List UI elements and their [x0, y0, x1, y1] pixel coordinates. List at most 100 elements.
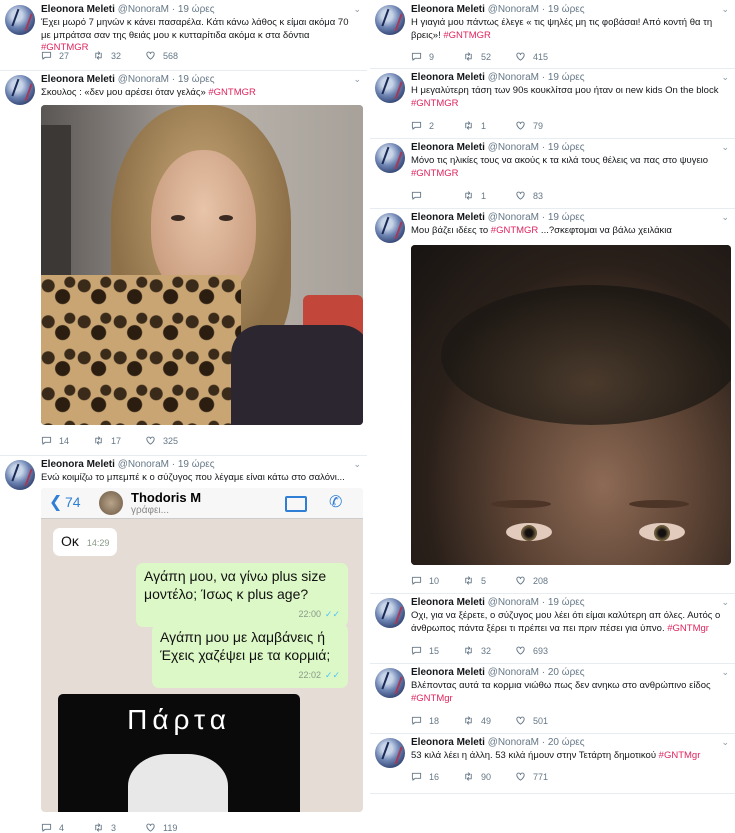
retweet-button[interactable]: 49 [463, 715, 515, 726]
reply-button[interactable]: 15 [411, 645, 463, 656]
retweet-button[interactable]: 90 [463, 771, 515, 782]
chevron-down-icon[interactable]: ⌄ [721, 142, 729, 153]
tweet-actions: 14 17 325 [41, 435, 197, 446]
author-name[interactable]: Eleonora Meleti [41, 4, 115, 15]
retweet-button[interactable]: 52 [463, 51, 515, 62]
like-icon [145, 435, 156, 446]
reply-button[interactable]: 27 [41, 50, 93, 61]
whatsapp-screenshot[interactable]: ❮ 74 Thodoris M γράφει... ✆ Οκ 14:29 Αγάπ… [41, 488, 363, 812]
avatar[interactable] [5, 460, 35, 490]
hashtag-link[interactable]: #GNTMGR [491, 225, 539, 236]
tweet-actions: 9 52 415 [411, 51, 567, 62]
avatar[interactable] [375, 738, 405, 768]
author-name[interactable]: Eleonora Meleti [411, 597, 485, 608]
author-name[interactable]: Eleonora Meleti [41, 74, 115, 85]
avatar[interactable] [375, 213, 405, 243]
author-name[interactable]: Eleonora Meleti [411, 737, 485, 748]
message-image: Πάρτα [58, 694, 300, 812]
like-button[interactable]: 83 [515, 190, 567, 201]
author-name[interactable]: Eleonora Meleti [41, 459, 115, 470]
like-icon [515, 715, 526, 726]
author-name[interactable]: Eleonora Meleti [411, 72, 485, 83]
message-outgoing: Αγάπη μου με λαμβάνεις ή Έχεις χαζέψει μ… [152, 624, 348, 688]
tweet[interactable]: Eleonora Meleti @NonoraM · 19 ώρες ⌄ Μου… [370, 208, 735, 594]
avatar[interactable] [375, 668, 405, 698]
tweet-actions: 2 1 79 [411, 120, 567, 131]
message-time: 22:00 [298, 609, 322, 619]
retweet-count: 49 [481, 715, 492, 726]
reply-count: 27 [59, 50, 70, 61]
chevron-down-icon[interactable]: ⌄ [353, 459, 361, 470]
tweet-photo[interactable] [411, 245, 731, 565]
tweet[interactable]: Eleonora Meleti @NonoraM · 19 ώρες ⌄ Έχε… [0, 0, 367, 71]
tweet[interactable]: Eleonora Meleti @NonoraM · 19 ώρες ⌄ Η γ… [370, 0, 735, 69]
reply-count: 2 [429, 120, 435, 131]
retweet-icon [463, 645, 474, 656]
retweet-button[interactable]: 5 [463, 575, 515, 586]
like-button[interactable]: 771 [515, 771, 567, 782]
like-button[interactable]: 415 [515, 51, 567, 62]
author-name[interactable]: Eleonora Meleti [411, 667, 485, 678]
retweet-button[interactable]: 1 [463, 120, 515, 131]
like-button[interactable]: 693 [515, 645, 567, 656]
hashtag-link[interactable]: #GNTMGR [443, 30, 491, 41]
tweet[interactable]: Eleonora Meleti @NonoraM · 20 ώρες ⌄ 53 … [370, 733, 735, 794]
like-button[interactable]: 568 [145, 50, 197, 61]
chevron-down-icon[interactable]: ⌄ [721, 4, 729, 15]
tweet[interactable]: Eleonora Meleti @NonoraM · 20 ώρες ⌄ Βλέ… [370, 663, 735, 734]
hand-graphic [128, 754, 228, 812]
chevron-down-icon[interactable]: ⌄ [721, 597, 729, 608]
retweet-button[interactable]: 32 [93, 50, 145, 61]
reply-button[interactable]: 14 [41, 435, 93, 446]
avatar[interactable] [375, 73, 405, 103]
chevron-down-icon[interactable]: ⌄ [721, 72, 729, 83]
tweet-header: Eleonora Meleti @NonoraM · 19 ώρες [411, 142, 585, 153]
reply-button[interactable]: 10 [411, 575, 463, 586]
reply-button[interactable]: 4 [41, 822, 93, 833]
tweet-photo[interactable] [41, 105, 363, 425]
avatar[interactable] [375, 143, 405, 173]
reply-button[interactable]: 2 [411, 120, 463, 131]
reply-button[interactable] [411, 190, 463, 201]
avatar[interactable] [5, 75, 35, 105]
like-button[interactable]: 325 [145, 435, 197, 446]
retweet-count: 17 [111, 435, 122, 446]
like-button[interactable]: 79 [515, 120, 567, 131]
retweet-button[interactable]: 17 [93, 435, 145, 446]
retweet-button[interactable]: 32 [463, 645, 515, 656]
hashtag-link[interactable]: #GNTMGR [411, 168, 459, 179]
like-button[interactable]: 501 [515, 715, 567, 726]
chat-header: ❮ 74 Thodoris M γράφει... ✆ [41, 488, 363, 519]
tweet[interactable]: Eleonora Meleti @NonoraM · 19 ώρες ⌄ Μόν… [370, 138, 735, 209]
hashtag-link[interactable]: #GNTMgr [667, 623, 709, 634]
tweet-body: Βλέποντας αυτά τα κορμια νιώθω πως δεν α… [411, 680, 711, 691]
chevron-down-icon[interactable]: ⌄ [353, 74, 361, 85]
reply-button[interactable]: 16 [411, 771, 463, 782]
like-icon [145, 50, 156, 61]
like-button[interactable]: 208 [515, 575, 567, 586]
reply-button[interactable]: 18 [411, 715, 463, 726]
author-name[interactable]: Eleonora Meleti [411, 142, 485, 153]
reply-button[interactable]: 9 [411, 51, 463, 62]
chevron-down-icon[interactable]: ⌄ [721, 667, 729, 678]
tweet[interactable]: Eleonora Meleti @NonoraM · 19 ώρες ⌄ Οχι… [370, 593, 735, 664]
hashtag-link[interactable]: #GNTMGR [208, 87, 256, 98]
retweet-button[interactable]: 3 [93, 822, 145, 833]
avatar[interactable] [5, 5, 35, 35]
chevron-down-icon[interactable]: ⌄ [721, 737, 729, 748]
tweet-actions: 16 90 771 [411, 771, 567, 782]
retweet-button[interactable]: 1 [463, 190, 515, 201]
tweet[interactable]: Eleonora Meleti @NonoraM · 19 ώρες ⌄ Η μ… [370, 68, 735, 139]
author-name[interactable]: Eleonora Meleti [411, 212, 485, 223]
avatar[interactable] [375, 598, 405, 628]
author-name[interactable]: Eleonora Meleti [411, 4, 485, 15]
hashtag-link[interactable]: #GNTMgr [411, 693, 453, 704]
like-button[interactable]: 119 [145, 822, 197, 833]
tweet[interactable]: Eleonora Meleti @NonoraM · 19 ώρες ⌄ Ενώ… [0, 455, 367, 833]
hashtag-link[interactable]: #GNTMGR [411, 98, 459, 109]
tweet[interactable]: Eleonora Meleti @NonoraM · 19 ώρες ⌄ Σκο… [0, 70, 367, 456]
avatar[interactable] [375, 5, 405, 35]
hashtag-link[interactable]: #GNTMgr [659, 750, 701, 761]
chevron-down-icon[interactable]: ⌄ [721, 212, 729, 223]
chevron-down-icon[interactable]: ⌄ [353, 4, 361, 15]
